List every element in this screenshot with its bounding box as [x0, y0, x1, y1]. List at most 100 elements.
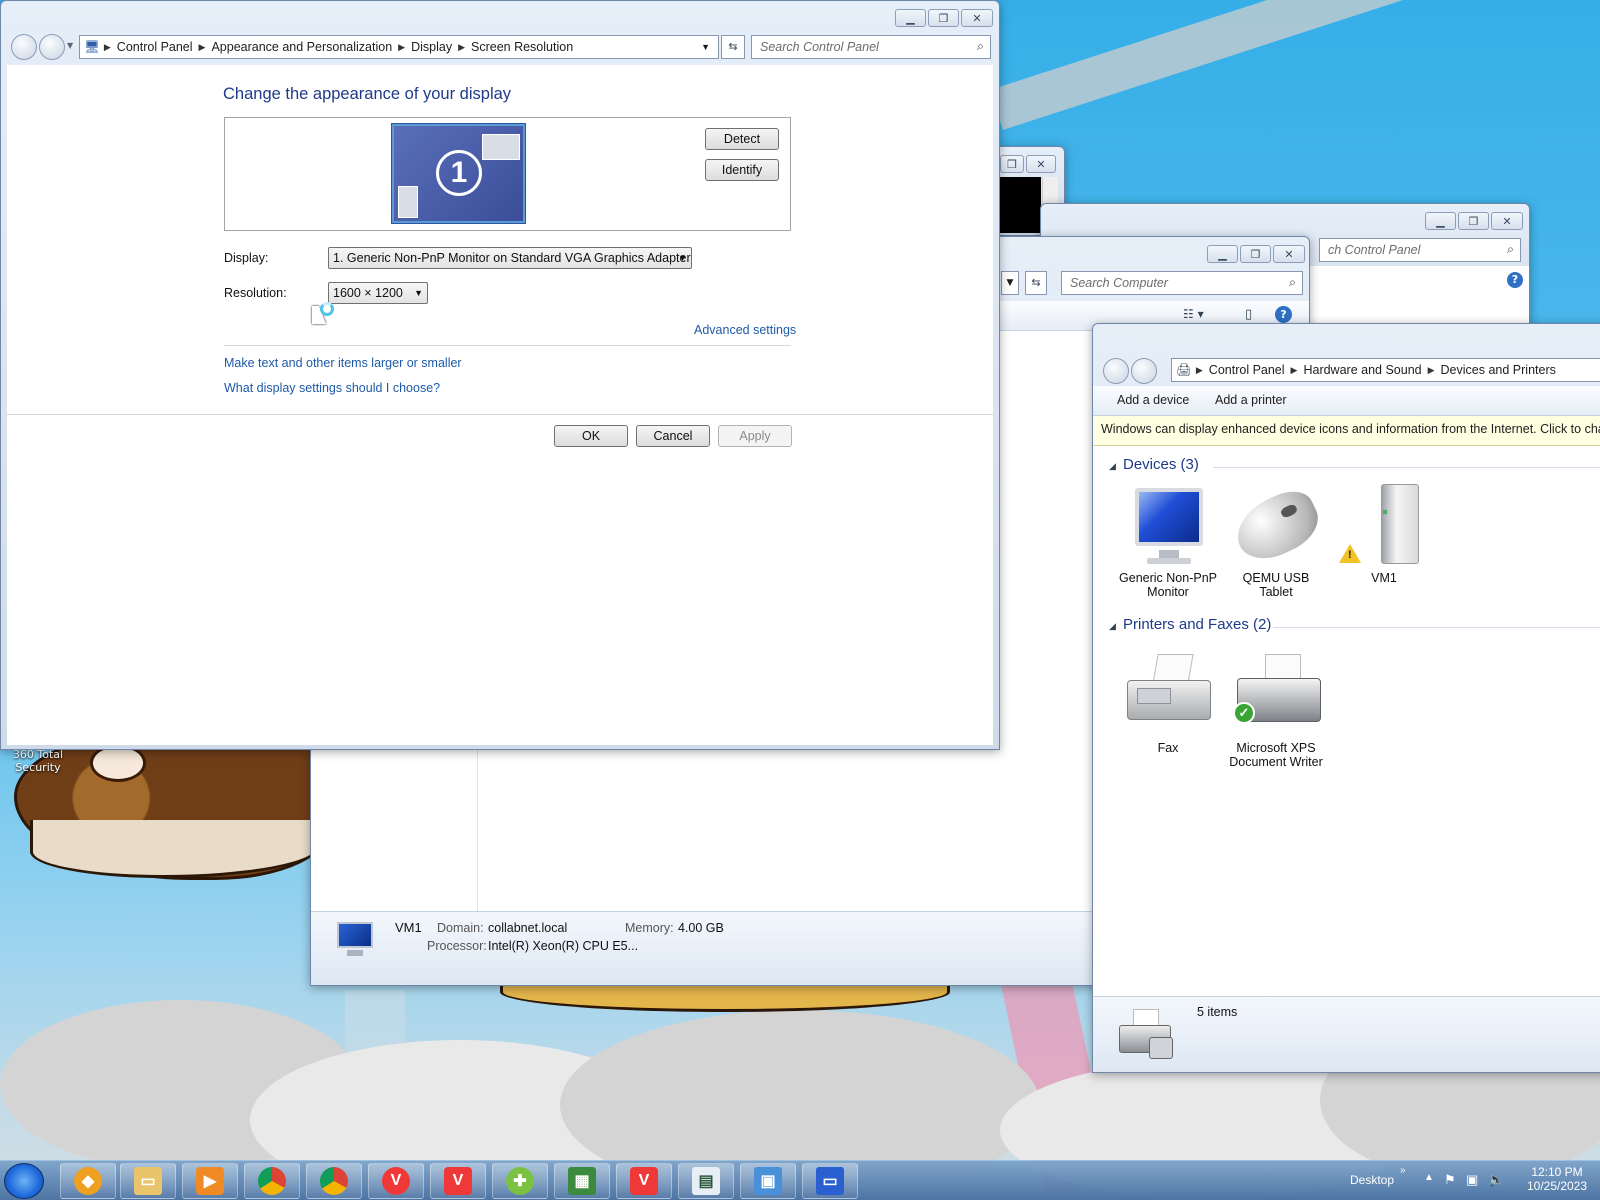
chevron-down-icon: ▼ — [678, 253, 687, 263]
start-button[interactable] — [4, 1163, 44, 1199]
minimize-button[interactable]: ▁ — [895, 9, 926, 27]
taskbar-app-vivaldi-2[interactable]: V — [430, 1163, 486, 1199]
help-icon[interactable]: ? — [1275, 306, 1292, 323]
taskbar-app-hardware[interactable]: ▦ — [554, 1163, 610, 1199]
collapse-arrow-icon[interactable]: ◢ — [1109, 462, 1116, 472]
monitor-1-tile[interactable]: 1 — [391, 123, 526, 224]
search-input[interactable]: Search Computer ⌕ — [1061, 271, 1303, 295]
detect-button[interactable]: Detect — [705, 128, 779, 150]
control-panel-icon: ▣ — [754, 1167, 782, 1195]
address-bar[interactable]: 🖥 ▶ Control Panel ▶ Appearance and Perso… — [79, 35, 719, 59]
breadcrumb-control-panel[interactable]: Control Panel — [111, 40, 199, 54]
minimize-button[interactable]: ▁ — [1207, 245, 1238, 263]
display-select[interactable]: 1. Generic Non-PnP Monitor on Standard V… — [328, 247, 692, 269]
group-divider — [1273, 627, 1600, 628]
refresh-icon[interactable]: ⇆ — [721, 35, 745, 59]
action-center-icon[interactable]: ⚑ — [1444, 1172, 1456, 1200]
collapse-arrow-icon[interactable]: ◢ — [1109, 622, 1116, 632]
identify-button[interactable]: Identify — [705, 159, 779, 181]
breadcrumb-display[interactable]: Display — [405, 40, 458, 54]
desktop-toolbar-label[interactable]: Desktop — [1350, 1173, 1394, 1200]
taskbar-app-chrome[interactable] — [244, 1163, 300, 1199]
item-count: 5 items — [1197, 1005, 1238, 1019]
taskbar-app-control-panel[interactable]: ▣ — [740, 1163, 796, 1199]
printer-fax[interactable]: Fax — [1113, 654, 1223, 755]
address-bar[interactable]: 🖨 ▶ Control Panel ▶ Hardware and Sound ▶… — [1171, 358, 1600, 382]
maximize-button[interactable]: ❐ — [1240, 245, 1271, 263]
devices-and-printers-window[interactable]: 🖨 ▶ Control Panel ▶ Hardware and Sound ▶… — [1092, 323, 1600, 1073]
clock-date: 10/25/2023 — [1526, 1179, 1588, 1193]
maximize-button[interactable]: ❐ — [1000, 155, 1024, 173]
monitor-icon: ▭ — [816, 1167, 844, 1195]
memory-value: 4.00 GB — [678, 921, 724, 935]
taskbar-app-plus[interactable]: ✚ — [492, 1163, 548, 1199]
breadcrumb-screen-resolution[interactable]: Screen Resolution — [465, 40, 579, 54]
taskbar-app-vivaldi-3[interactable]: V — [616, 1163, 672, 1199]
taskbar-app-security[interactable]: ◆ — [60, 1163, 116, 1199]
device-generic-monitor[interactable]: Generic Non-PnP Monitor — [1113, 484, 1223, 599]
breadcrumb-control-panel[interactable]: Control Panel — [1203, 363, 1291, 377]
minimize-button[interactable]: ▁ — [1425, 212, 1456, 230]
breadcrumb-appearance[interactable]: Appearance and Personalization — [205, 40, 398, 54]
apply-button[interactable]: Apply — [718, 425, 792, 447]
breadcrumb-hardware-and-sound[interactable]: Hardware and Sound — [1297, 363, 1427, 377]
control-panel-icon: 🖥 — [84, 39, 100, 54]
device-vm1[interactable]: ! VM1 — [1329, 484, 1439, 585]
processor-value: Intel(R) Xeon(R) CPU E5... — [488, 939, 639, 953]
devices-group-header[interactable]: Devices (3) — [1123, 456, 1199, 473]
chevron-icon[interactable]: » — [1400, 1165, 1406, 1200]
device-label: VM1 — [1371, 571, 1397, 585]
address-dropdown[interactable]: ▼ — [1001, 271, 1019, 295]
maximize-button[interactable]: ❐ — [1458, 212, 1489, 230]
close-button[interactable]: ✕ — [961, 9, 993, 27]
taskbar-app-media-player[interactable]: ▶ — [182, 1163, 238, 1199]
text-size-link[interactable]: Make text and other items larger or smal… — [224, 356, 462, 370]
close-button[interactable]: ✕ — [1491, 212, 1523, 230]
printers-group-header[interactable]: Printers and Faxes (2) — [1123, 616, 1271, 633]
forward-button[interactable] — [39, 34, 65, 60]
taskbar-app-document[interactable]: ▤ — [678, 1163, 734, 1199]
cancel-button[interactable]: Cancel — [636, 425, 710, 447]
add-printer-button[interactable]: Add a printer — [1215, 393, 1287, 407]
search-input[interactable]: ch Control Panel ⌕ — [1319, 238, 1521, 262]
preview-pane-icon[interactable]: ▯ — [1245, 307, 1252, 322]
resolution-select[interactable]: 1600 × 1200 ▼ — [328, 282, 428, 304]
printer-microsoft-xps[interactable]: ✓ Microsoft XPS Document Writer — [1221, 654, 1331, 769]
taskbar-app-explorer[interactable]: ▭ — [120, 1163, 176, 1199]
taskbar-app-chrome-profile[interactable] — [306, 1163, 362, 1199]
network-icon[interactable]: ▣ — [1466, 1172, 1478, 1200]
desktop-icon-360-total-security[interactable]: 360 Total Security — [8, 748, 68, 774]
device-qemu-usb-tablet[interactable]: QEMU USB Tablet — [1221, 482, 1331, 599]
maximize-button[interactable]: ❐ — [928, 9, 959, 27]
info-bar[interactable]: Windows can display enhanced device icon… — [1093, 416, 1600, 446]
chevron-down-icon: ▼ — [414, 288, 423, 298]
screen-resolution-window[interactable]: ▁ ❐ ✕ ▼ 🖥 ▶ Control Panel ▶ Appearance a… — [0, 0, 1000, 750]
breadcrumb-devices-and-printers[interactable]: Devices and Printers — [1435, 363, 1562, 377]
taskbar-app-vivaldi[interactable]: V — [368, 1163, 424, 1199]
recent-pages-dropdown[interactable]: ▼ — [67, 41, 73, 50]
clock[interactable]: 12:10 PM 10/25/2023 — [1522, 1165, 1592, 1200]
refresh-icon[interactable]: ⇆ — [1025, 271, 1047, 295]
close-button[interactable]: ✕ — [1026, 155, 1056, 173]
taskbar: ◆ ▭ ▶ V V ✚ ▦ V ▤ ▣ ▭ Desktop » ▲ ⚑ ▣ 🔈 … — [0, 1160, 1600, 1200]
breadcrumb-separator: ▶ — [1427, 364, 1435, 375]
advanced-settings-link[interactable]: Advanced settings — [694, 323, 796, 337]
view-options-icon[interactable]: ☷ ▾ — [1183, 307, 1204, 321]
breadcrumb-separator: ▶ — [103, 41, 111, 52]
close-button[interactable]: ✕ — [1273, 245, 1305, 263]
back-button[interactable] — [11, 34, 37, 60]
back-button[interactable] — [1103, 358, 1129, 384]
volume-icon[interactable]: 🔈 — [1488, 1172, 1504, 1200]
vivaldi-icon: V — [630, 1167, 658, 1195]
search-input[interactable]: Search Control Panel ⌕ — [751, 35, 991, 59]
display-settings-help-link[interactable]: What display settings should I choose? — [224, 381, 440, 395]
tray-expand-icon[interactable]: ▲ — [1424, 1172, 1434, 1200]
help-icon[interactable]: ? — [1507, 272, 1523, 288]
address-dropdown-icon[interactable]: ▼ — [701, 42, 710, 52]
ok-button[interactable]: OK — [554, 425, 628, 447]
forward-button[interactable] — [1131, 358, 1157, 384]
document-icon: ▤ — [692, 1167, 720, 1195]
taskbar-app-display[interactable]: ▭ — [802, 1163, 858, 1199]
add-device-button[interactable]: Add a device — [1117, 393, 1189, 407]
wallpaper-beam — [990, 0, 1600, 130]
